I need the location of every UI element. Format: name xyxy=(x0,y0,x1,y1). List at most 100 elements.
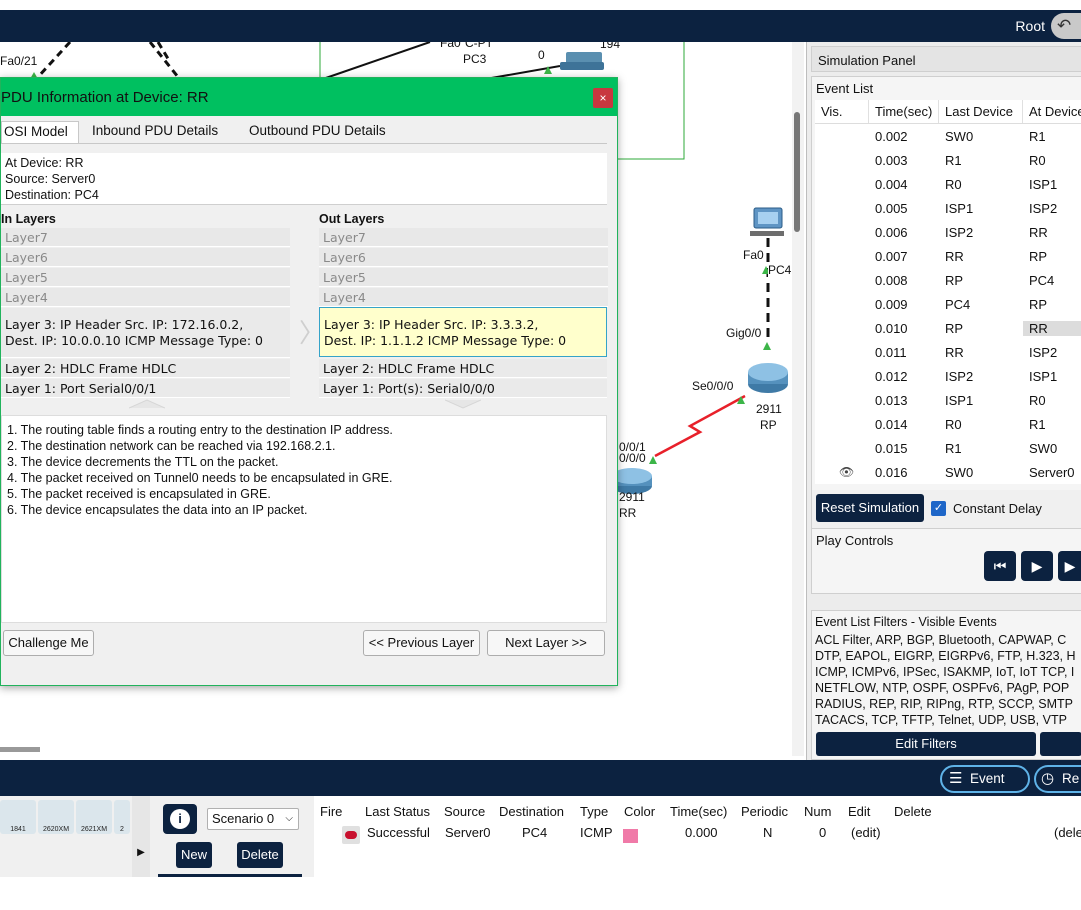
column-header[interactable]: At Device xyxy=(1023,100,1081,123)
column-header[interactable]: Destination xyxy=(499,804,564,819)
challenge-me-button[interactable]: Challenge Me xyxy=(3,630,94,656)
filter-line: NETFLOW, NTP, OSPF, OSPFv6, PAgP, POP xyxy=(815,681,1070,695)
event-row[interactable]: 0.011 RR ISP2 xyxy=(815,340,1081,364)
column-header[interactable]: Vis. xyxy=(815,100,869,123)
column-header[interactable]: Delete xyxy=(894,804,932,819)
scroll-thumb[interactable] xyxy=(794,112,800,232)
event-row[interactable]: 0.003 R1 R0 xyxy=(815,148,1081,172)
column-header[interactable]: Fire xyxy=(320,804,342,819)
event-row[interactable]: 0.006 ISP2 RR xyxy=(815,220,1081,244)
in-layer-3[interactable]: Layer 3: IP Header Src. IP: 172.16.0.2, … xyxy=(1,308,290,358)
out-layer-4[interactable]: Layer4 xyxy=(319,288,608,307)
out-layer-6[interactable]: Layer6 xyxy=(319,248,608,267)
device-router-2620xm[interactable]: 2620XM xyxy=(38,800,74,834)
event-row[interactable]: 0.012 ISP2 ISP1 xyxy=(815,364,1081,388)
undo-arrow-icon[interactable]: ↶ xyxy=(1051,13,1081,39)
event-list-table[interactable]: Vis. Time(sec) Last Device At Device 0.0… xyxy=(815,100,1081,484)
column-header[interactable]: Periodic xyxy=(741,804,788,819)
scenario-select[interactable]: Scenario 0 ⌵ xyxy=(207,808,299,830)
in-layer-6[interactable]: Layer6 xyxy=(1,248,290,267)
pdu-num: 0 xyxy=(819,825,827,840)
previous-layer-button[interactable]: << Previous Layer xyxy=(363,630,480,656)
device-router-partial[interactable]: 2 xyxy=(114,800,130,834)
in-layer-1[interactable]: Layer 1: Port Serial0/0/1 xyxy=(1,379,290,398)
at-device-text: At Device: RR xyxy=(5,156,84,170)
event-last-device: SW0 xyxy=(945,128,974,144)
in-layer-7[interactable]: Layer7 xyxy=(1,228,290,247)
event-row[interactable]: 0.004 R0 ISP1 xyxy=(815,172,1081,196)
column-header[interactable]: Last Status xyxy=(365,804,430,819)
expand-arrow-icon[interactable]: ▶ xyxy=(132,796,150,877)
fire-button[interactable] xyxy=(342,826,360,844)
event-row[interactable]: 0.009 PC4 RP xyxy=(815,292,1081,316)
column-header[interactable]: Color xyxy=(624,804,655,819)
reset-simulation-button[interactable]: Reset Simulation xyxy=(816,494,924,522)
dialog-title-bar[interactable]: PDU Information at Device: RR × xyxy=(1,78,617,116)
out-layer-5[interactable]: Layer5 xyxy=(319,268,608,287)
constant-delay-checkbox[interactable]: ✓ xyxy=(931,501,946,516)
device-router-2621xm[interactable]: 2621XM xyxy=(76,800,112,834)
event-at-device: ISP1 xyxy=(1029,176,1058,192)
port-label: Fa0 xyxy=(743,248,764,262)
column-header[interactable]: Type xyxy=(580,804,608,819)
pdu-info-box: At Device: RR Source: Server0 Destinatio… xyxy=(1,153,607,205)
event-row[interactable]: 0.002 SW0 R1 xyxy=(815,124,1081,148)
out-layer-7[interactable]: Layer7 xyxy=(319,228,608,247)
out-layer-1[interactable]: Layer 1: Port(s): Serial0/0/0 xyxy=(319,379,607,398)
edit-filters-button[interactable]: Edit Filters xyxy=(816,732,1036,756)
tab-outbound-pdu-details[interactable]: Outbound PDU Details xyxy=(249,121,386,143)
column-header[interactable]: Time(sec) xyxy=(670,804,727,819)
in-layer-4[interactable]: Layer4 xyxy=(1,288,290,307)
realtime-tab[interactable]: ◷ Re xyxy=(1034,765,1081,793)
event-list-tab[interactable]: ☰ Event List xyxy=(940,765,1030,810)
event-at-device: RR xyxy=(1029,224,1048,240)
workspace-vertical-scrollbar[interactable] xyxy=(792,42,804,756)
pdu-edit-link[interactable]: (edit) xyxy=(851,825,881,840)
out-layer-2[interactable]: Layer 2: HDLC Frame HDLC xyxy=(319,359,607,378)
event-row[interactable]: 0.005 ISP1 ISP2 xyxy=(815,196,1081,220)
in-layer-5[interactable]: Layer5 xyxy=(1,268,290,287)
filter-line: RADIUS, REP, RIP, RIPng, RTP, SCCP, SMTP xyxy=(815,697,1073,711)
event-time: 0.012 xyxy=(875,368,908,384)
event-time: 0.003 xyxy=(875,152,908,168)
delete-scenario-button[interactable]: Delete xyxy=(237,842,283,868)
event-last-device: PC4 xyxy=(945,296,971,312)
info-icon: i xyxy=(170,809,190,829)
in-layer-2[interactable]: Layer 2: HDLC Frame HDLC xyxy=(1,359,290,378)
step-line: 3. The device decrements the TTL on the … xyxy=(7,455,279,469)
column-header[interactable]: Last Device xyxy=(939,100,1023,123)
event-row[interactable]: 0.015 R1 SW0 xyxy=(815,436,1081,460)
column-header[interactable]: Edit xyxy=(848,804,870,819)
event-row[interactable]: 0.014 R0 R1 xyxy=(815,412,1081,436)
column-header[interactable]: Source xyxy=(444,804,485,819)
tab-osi-model[interactable]: OSI Model xyxy=(1,121,79,143)
event-row[interactable]: 👁 0.016 SW0 Server0 xyxy=(815,460,1081,484)
device-router-1841[interactable]: 1841 xyxy=(0,800,36,834)
info-button[interactable]: i xyxy=(163,804,197,834)
event-row[interactable]: 0.013 ISP1 R0 xyxy=(815,388,1081,412)
chevron-down-icon xyxy=(445,399,481,409)
skip-back-icon[interactable]: ⏮ xyxy=(984,551,1016,581)
event-row[interactable]: 0.010 RP RR xyxy=(815,316,1081,340)
play-icon[interactable]: ▶ xyxy=(1021,551,1053,581)
column-header[interactable]: Time(sec) xyxy=(869,100,939,123)
device-name-pc4: PC4 xyxy=(768,263,792,277)
user-created-pdu-list[interactable]: Fire Last Status Source Destination Type… xyxy=(314,796,1081,877)
close-button[interactable]: × xyxy=(593,88,613,108)
bottom-band xyxy=(0,760,1081,796)
workspace-horizontal-scrollbar[interactable] xyxy=(0,747,40,752)
pdu-delete-link[interactable]: (dele xyxy=(1054,825,1081,840)
tab-inbound-pdu-details[interactable]: Inbound PDU Details xyxy=(92,121,218,143)
step-forward-icon[interactable]: ▶ xyxy=(1058,551,1081,581)
out-layer-3-selected[interactable]: Layer 3: IP Header Src. IP: 3.3.3.2, Des… xyxy=(319,307,607,357)
device-label: 2 xyxy=(120,826,124,833)
event-at-device: R1 xyxy=(1029,416,1046,432)
next-layer-button[interactable]: Next Layer >> xyxy=(487,630,605,656)
event-row[interactable]: 0.007 RR RP xyxy=(815,244,1081,268)
column-header[interactable]: Num xyxy=(804,804,831,819)
new-scenario-button[interactable]: New xyxy=(176,842,212,868)
eye-icon[interactable]: 👁 xyxy=(815,465,869,479)
event-row[interactable]: 0.008 RP PC4 xyxy=(815,268,1081,292)
event-at-device: ISP2 xyxy=(1029,344,1058,360)
show-all-button[interactable] xyxy=(1040,732,1081,756)
